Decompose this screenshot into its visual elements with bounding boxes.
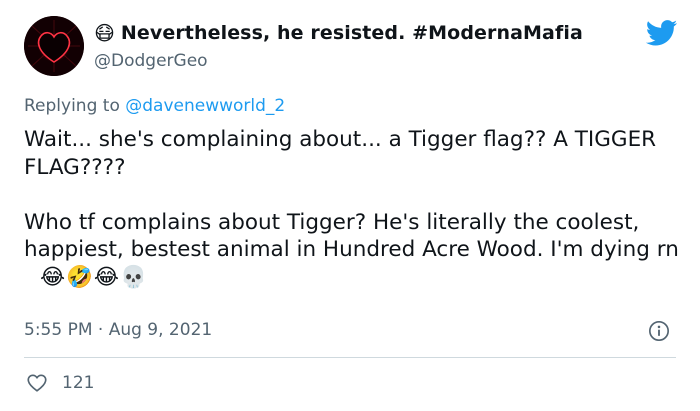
info-icon[interactable] xyxy=(648,320,670,342)
avatar[interactable] xyxy=(24,16,84,76)
like-count: 121 xyxy=(62,373,95,393)
display-name[interactable]: Nevertheless, he resisted. #ModernaMafia xyxy=(121,22,583,44)
replying-mention-link[interactable]: @davenewworld_2 xyxy=(125,96,285,116)
heart-avatar-image xyxy=(24,16,84,76)
mask-emoji: 😷 xyxy=(94,21,115,45)
tweet-paragraph-2: Who tf complains about Tigger? He's lite… xyxy=(24,209,684,292)
tweet-card: 😷 Nevertheless, he resisted. #ModernaMaf… xyxy=(0,0,700,411)
divider xyxy=(24,357,676,358)
replying-prefix: Replying to xyxy=(24,96,126,116)
tweet-body: Wait... she's complaining about... a Tig… xyxy=(24,126,684,291)
twitter-bird-icon[interactable] xyxy=(646,20,678,46)
user-handle[interactable]: @DodgerGeo xyxy=(94,51,208,71)
tweet-emojis: 😂🤣😂💀 xyxy=(40,264,148,290)
author-name-row[interactable]: 😷 Nevertheless, he resisted. #ModernaMaf… xyxy=(94,22,583,44)
heart-outline-icon[interactable] xyxy=(26,372,48,394)
tweet-paragraph-1: Wait... she's complaining about... a Tig… xyxy=(24,127,657,180)
like-button[interactable]: 121 xyxy=(26,372,94,394)
tweet-timestamp[interactable]: 5:55 PM · Aug 9, 2021 xyxy=(24,320,212,340)
replying-to: Replying to @davenewworld_2 xyxy=(24,96,285,116)
tweet-paragraph-2-text: Who tf complains about Tigger? He's lite… xyxy=(24,209,679,263)
